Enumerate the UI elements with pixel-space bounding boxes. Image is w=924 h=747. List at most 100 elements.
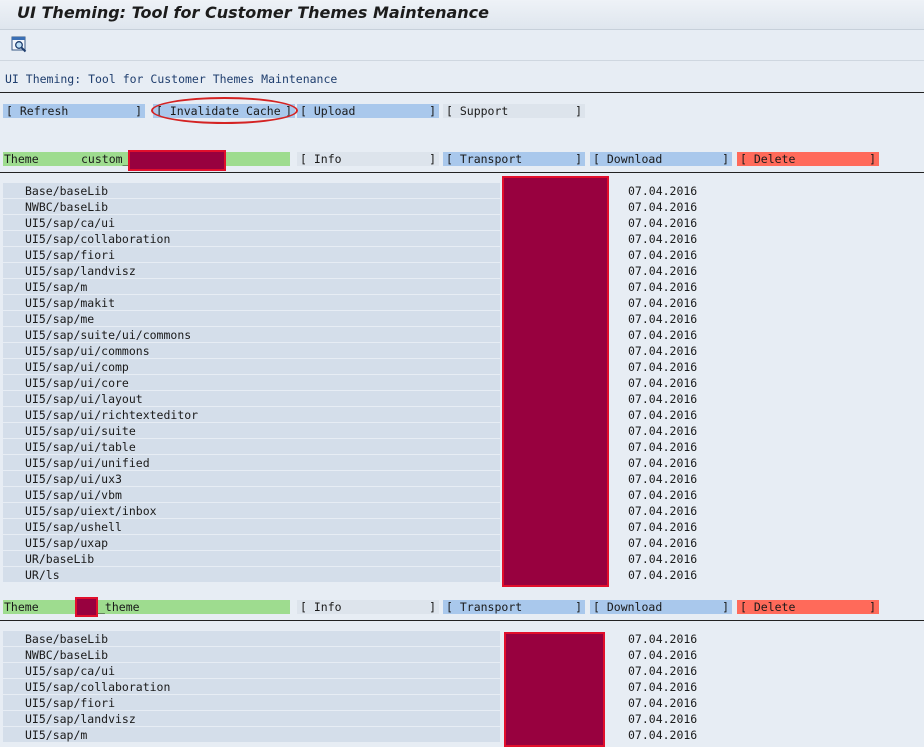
library-date: 07.04.2016 bbox=[628, 696, 697, 710]
delete-button-label: Delete bbox=[754, 152, 796, 166]
library-row: UI5/sap/ca/ui bbox=[3, 663, 500, 678]
library-date: 07.04.2016 bbox=[628, 536, 697, 550]
library-path: UI5/sap/ui/suite bbox=[25, 424, 136, 438]
library-path: UI5/sap/ui/comp bbox=[25, 360, 129, 374]
library-path: Base/baseLib bbox=[25, 632, 108, 646]
application-toolbar bbox=[0, 30, 924, 61]
library-path: UI5/sap/suite/ui/commons bbox=[25, 328, 191, 342]
transport-button[interactable]: [ Transport] bbox=[443, 152, 585, 166]
library-path: UI5/sap/landvisz bbox=[25, 712, 136, 726]
library-row: UI5/sap/landvisz bbox=[3, 711, 500, 726]
library-path: Base/baseLib bbox=[25, 184, 108, 198]
delete-button[interactable]: [ Delete] bbox=[737, 600, 879, 614]
library-row: UI5/sap/ui/ux3 bbox=[3, 471, 500, 486]
theme-name: custom_ bbox=[81, 152, 129, 166]
transport-button[interactable]: [ Transport] bbox=[443, 600, 585, 614]
support-button-label: Support bbox=[460, 104, 508, 118]
invalidate-cache-button-label: Invalidate Cache bbox=[170, 104, 281, 118]
library-row: UI5/sap/ushell bbox=[3, 519, 500, 534]
download-button[interactable]: [ Download] bbox=[590, 600, 732, 614]
library-row: UI5/sap/m bbox=[3, 727, 500, 742]
download-button-label: Download bbox=[607, 600, 662, 614]
library-row: NWBC/baseLib bbox=[3, 647, 500, 662]
library-path: UI5/sap/fiori bbox=[25, 248, 115, 262]
library-row: UI5/sap/suite/ui/commons bbox=[3, 327, 500, 342]
library-path: UI5/sap/uxap bbox=[25, 536, 108, 550]
library-date: 07.04.2016 bbox=[628, 344, 697, 358]
theme-name-bar: Theme _theme bbox=[3, 600, 290, 614]
redaction-box bbox=[75, 597, 98, 617]
library-date: 07.04.2016 bbox=[628, 552, 697, 566]
title-bar: UI Theming: Tool for Customer Themes Mai… bbox=[0, 0, 924, 30]
library-path: UI5/sap/collaboration bbox=[25, 232, 170, 246]
library-row: UI5/sap/fiori bbox=[3, 247, 500, 262]
library-date: 07.04.2016 bbox=[628, 328, 697, 342]
invalidate-cache-button[interactable]: [ Invalidate Cache] bbox=[153, 104, 295, 118]
upload-button[interactable]: [ Upload] bbox=[297, 104, 439, 118]
library-row: UI5/sap/makit bbox=[3, 295, 500, 310]
library-row: UI5/sap/ui/suite bbox=[3, 423, 500, 438]
search-display-icon[interactable] bbox=[11, 36, 28, 53]
library-date: 07.04.2016 bbox=[628, 488, 697, 502]
library-row: UI5/sap/collaboration bbox=[3, 231, 500, 246]
library-path: UI5/sap/ui/vbm bbox=[25, 488, 122, 502]
info-button[interactable]: [ Info] bbox=[297, 152, 439, 166]
redaction-box bbox=[502, 176, 609, 587]
refresh-button-label: Refresh bbox=[20, 104, 68, 118]
library-date: 07.04.2016 bbox=[628, 216, 697, 230]
library-row: UI5/sap/collaboration bbox=[3, 679, 500, 694]
library-row: UI5/sap/fiori bbox=[3, 695, 500, 710]
library-row: UI5/sap/ui/layout bbox=[3, 391, 500, 406]
library-path: UI5/sap/ca/ui bbox=[25, 664, 115, 678]
library-row: UI5/sap/ui/comp bbox=[3, 359, 500, 374]
library-date: 07.04.2016 bbox=[628, 264, 697, 278]
library-date: 07.04.2016 bbox=[628, 504, 697, 518]
library-date: 07.04.2016 bbox=[628, 408, 697, 422]
library-row: UI5/sap/ui/commons bbox=[3, 343, 500, 358]
library-path: UI5/sap/ui/richtexteditor bbox=[25, 408, 198, 422]
library-row: UI5/sap/ui/richtexteditor bbox=[3, 407, 500, 422]
library-path: UI5/sap/ui/table bbox=[25, 440, 136, 454]
library-path: UI5/sap/ui/layout bbox=[25, 392, 143, 406]
library-path: UI5/sap/ui/core bbox=[25, 376, 129, 390]
library-row: NWBC/baseLib bbox=[3, 199, 500, 214]
support-button[interactable]: [ Support] bbox=[443, 104, 585, 118]
divider bbox=[0, 620, 924, 621]
library-row: UI5/sap/me bbox=[3, 311, 500, 326]
library-path: UI5/sap/collaboration bbox=[25, 680, 170, 694]
divider bbox=[0, 92, 924, 93]
theme-label: Theme bbox=[4, 152, 39, 166]
library-path: UI5/sap/landvisz bbox=[25, 264, 136, 278]
transport-button-label: Transport bbox=[460, 600, 522, 614]
library-row: UR/baseLib bbox=[3, 551, 500, 566]
library-row: Base/baseLib bbox=[3, 183, 500, 198]
library-path: UI5/sap/uiext/inbox bbox=[25, 504, 157, 518]
window-title: UI Theming: Tool for Customer Themes Mai… bbox=[17, 3, 489, 22]
library-row: UI5/sap/ui/table bbox=[3, 439, 500, 454]
library-path: UI5/sap/makit bbox=[25, 296, 115, 310]
info-button[interactable]: [ Info] bbox=[297, 600, 439, 614]
info-button-label: Info bbox=[314, 152, 342, 166]
library-row: Base/baseLib bbox=[3, 631, 500, 646]
delete-button[interactable]: [ Delete] bbox=[737, 152, 879, 166]
library-row: UI5/sap/ca/ui bbox=[3, 215, 500, 230]
download-button[interactable]: [ Download] bbox=[590, 152, 732, 166]
library-path: NWBC/baseLib bbox=[25, 648, 108, 662]
library-date: 07.04.2016 bbox=[628, 632, 697, 646]
library-path: UI5/sap/me bbox=[25, 312, 94, 326]
redaction-box bbox=[504, 632, 605, 747]
refresh-button[interactable]: [ Refresh] bbox=[3, 104, 145, 118]
library-date: 07.04.2016 bbox=[628, 232, 697, 246]
library-date: 07.04.2016 bbox=[628, 360, 697, 374]
library-date: 07.04.2016 bbox=[628, 712, 697, 726]
library-path: UI5/sap/ca/ui bbox=[25, 216, 115, 230]
library-date: 07.04.2016 bbox=[628, 296, 697, 310]
library-date: 07.04.2016 bbox=[628, 200, 697, 214]
download-button-label: Download bbox=[607, 152, 662, 166]
library-date: 07.04.2016 bbox=[628, 568, 697, 582]
library-date: 07.04.2016 bbox=[628, 728, 697, 742]
library-path: UI5/sap/m bbox=[25, 280, 87, 294]
library-path: UI5/sap/m bbox=[25, 728, 87, 742]
library-row: UI5/sap/m bbox=[3, 279, 500, 294]
upload-button-label: Upload bbox=[314, 104, 356, 118]
